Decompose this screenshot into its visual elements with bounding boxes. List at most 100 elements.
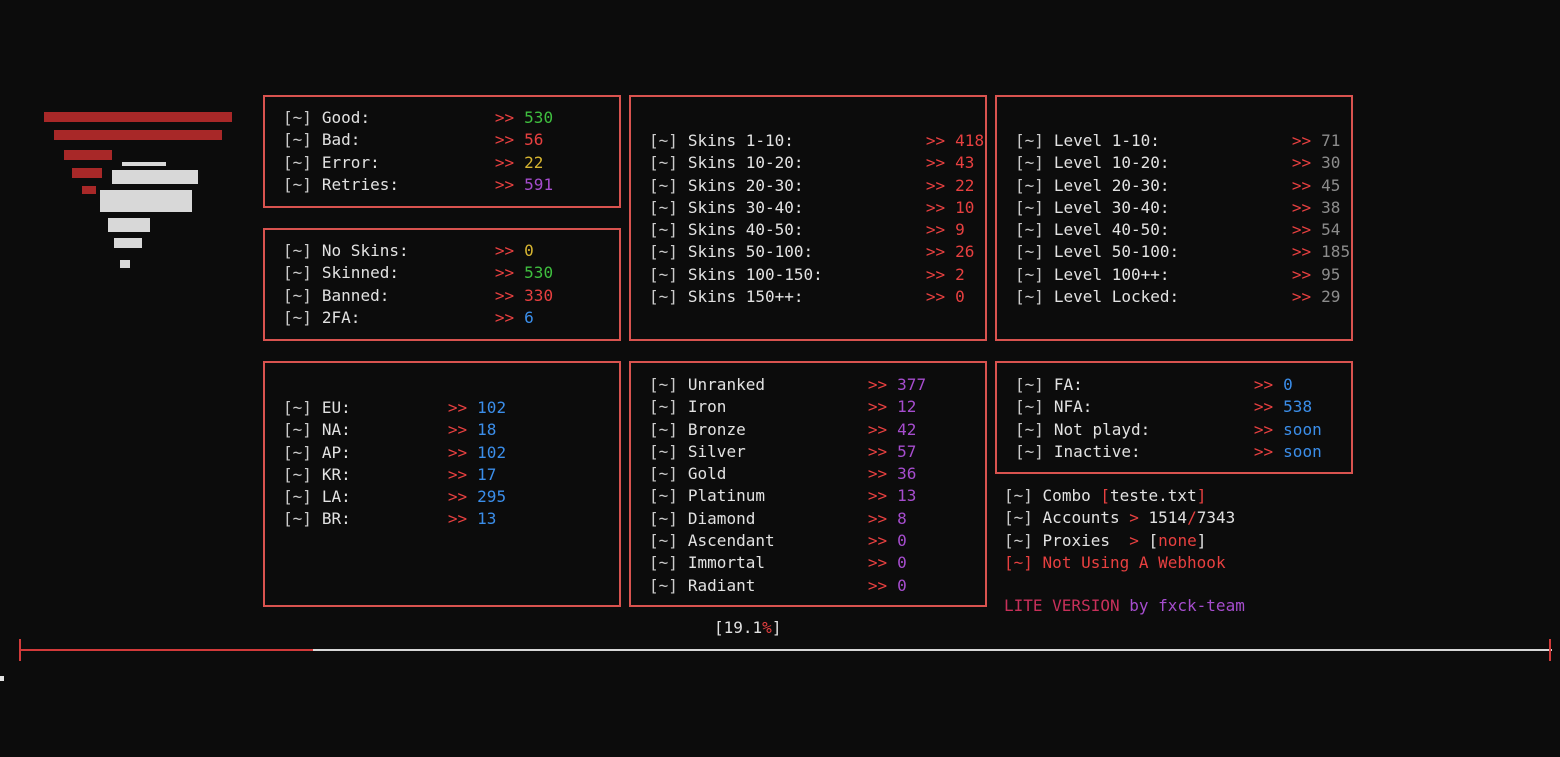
stat-arrow: >> bbox=[1291, 287, 1312, 307]
progress-bar bbox=[20, 649, 1552, 652]
stat-arrow: >> bbox=[1291, 131, 1312, 150]
stat-value: 102 bbox=[477, 398, 507, 417]
stat-value: 530 bbox=[524, 263, 554, 283]
stat-label: Skins 1-10: bbox=[687, 131, 794, 150]
stat-arrow: >> bbox=[447, 398, 468, 417]
stat-arrow: >> bbox=[494, 152, 515, 172]
stat-row: [~] 2FA: >> 6 bbox=[283, 307, 553, 329]
stat-label: Not playd: bbox=[1053, 419, 1151, 439]
stat-row: [~] Skins 100-150: >> 2 bbox=[649, 264, 984, 286]
stat-value: 13 bbox=[477, 509, 497, 529]
combo-close-bracket: ] bbox=[1196, 486, 1207, 505]
stat-arrow: >> bbox=[1253, 419, 1274, 439]
stat-value: 530 bbox=[524, 108, 554, 127]
stat-label: AP: bbox=[321, 442, 351, 462]
stat-value: 54 bbox=[1321, 220, 1341, 240]
row-prefix: [~] bbox=[283, 130, 312, 150]
stat-arrow: >> bbox=[925, 242, 946, 262]
stat-label: Skins 30-40: bbox=[687, 197, 804, 217]
stat-arrow: >> bbox=[925, 153, 946, 173]
stat-arrow: >> bbox=[447, 487, 468, 507]
stat-row: [~] KR: >> 17 bbox=[283, 464, 506, 486]
stat-label: Skins 100-150: bbox=[687, 264, 823, 284]
stat-arrow: >> bbox=[1291, 153, 1312, 173]
stat-arrow: >> bbox=[925, 131, 946, 150]
proxies-arrow: > bbox=[1129, 530, 1139, 550]
row-prefix: [~] bbox=[1015, 287, 1044, 307]
row-prefix: [~] bbox=[283, 420, 312, 440]
row-prefix: [~] bbox=[283, 307, 312, 327]
stat-value: 26 bbox=[955, 242, 975, 262]
stat-value: soon bbox=[1283, 441, 1322, 461]
stat-value: 22 bbox=[955, 175, 975, 195]
stat-label: Level Locked: bbox=[1053, 287, 1180, 307]
percent-open: [ bbox=[714, 618, 724, 637]
progress-right-cap bbox=[1549, 639, 1551, 661]
stat-label: Skins 40-50: bbox=[687, 220, 804, 240]
stat-value: 8 bbox=[897, 508, 907, 528]
stat-arrow: >> bbox=[494, 174, 515, 194]
stat-value: 12 bbox=[897, 397, 917, 417]
accounts-arrow: > bbox=[1129, 508, 1139, 528]
row-prefix: [~] bbox=[283, 108, 312, 127]
stat-row: [~] Skins 150++: >> 0 bbox=[649, 286, 984, 308]
stat-value: 43 bbox=[955, 153, 975, 173]
stat-label: Unranked bbox=[687, 375, 765, 394]
row-prefix: [~] bbox=[283, 464, 312, 484]
status-panel: [~] Good: >> 530 [~] Bad: >> 56 [~] Error: >> 22 [~]… bbox=[263, 95, 621, 208]
stat-label: Skins 150++: bbox=[687, 287, 804, 307]
stat-value: 6 bbox=[524, 307, 534, 327]
stat-value: 185 bbox=[1321, 242, 1351, 262]
stat-arrow: >> bbox=[1291, 242, 1312, 262]
combo-line: [~] Combo [teste.txt] bbox=[1004, 485, 1235, 507]
accounts-label: Accounts bbox=[1042, 508, 1120, 528]
stat-row: [~] Inactive: >> soon bbox=[1015, 441, 1322, 463]
stat-row: [~] Good: >> 530 bbox=[283, 107, 553, 129]
stat-label: Level 50-100: bbox=[1053, 242, 1180, 262]
stat-row: [~] AP: >> 102 bbox=[283, 442, 506, 464]
stat-label: Gold bbox=[687, 464, 727, 484]
proxies-value: none bbox=[1158, 530, 1197, 550]
row-prefix: [~] bbox=[649, 486, 678, 506]
accounts-line: [~] Accounts > 1514/7343 bbox=[1004, 507, 1235, 529]
combo-prefix: [~] bbox=[1004, 486, 1033, 505]
stat-row: [~] Bronze >> 42 bbox=[649, 419, 926, 441]
row-prefix: [~] bbox=[649, 553, 678, 573]
version-label: LITE VERSION bbox=[1004, 596, 1120, 615]
stat-arrow: >> bbox=[925, 175, 946, 195]
stat-row: [~] Platinum >> 13 bbox=[649, 485, 926, 507]
stat-value: 591 bbox=[524, 174, 554, 194]
stat-arrow: >> bbox=[494, 285, 515, 305]
stat-value: 330 bbox=[524, 285, 554, 305]
stat-arrow: >> bbox=[867, 486, 888, 506]
row-prefix: [~] bbox=[649, 464, 678, 484]
stat-value: 0 bbox=[897, 575, 907, 595]
stat-arrow: >> bbox=[1253, 441, 1274, 461]
progress-fill bbox=[20, 649, 313, 651]
row-prefix: [~] bbox=[649, 508, 678, 528]
percent-number: 19.1 bbox=[723, 618, 763, 637]
stat-label: Level 100++: bbox=[1053, 264, 1170, 284]
proxies-line: [~] Proxies > [none] bbox=[1004, 530, 1235, 552]
stat-value: 0 bbox=[1283, 375, 1293, 394]
stat-row: [~] Unranked >> 377 bbox=[649, 374, 926, 396]
stat-label: Skinned: bbox=[321, 263, 399, 283]
version-line: LITE VERSION by fxck-team bbox=[1004, 595, 1245, 617]
stat-arrow: >> bbox=[867, 531, 888, 551]
stat-row: [~] Silver >> 57 bbox=[649, 441, 926, 463]
stat-row: [~] Ascendant >> 0 bbox=[649, 530, 926, 552]
stat-label: Skins 10-20: bbox=[687, 153, 804, 173]
mail-panel: [~] FA: >> 0 [~] NFA: >> 538 [~] Not playd: >> soon… bbox=[995, 361, 1353, 474]
row-prefix: [~] bbox=[1015, 441, 1044, 461]
stat-label: LA: bbox=[321, 487, 351, 507]
stat-row: [~] Skins 50-100: >> 26 bbox=[649, 241, 984, 263]
row-prefix: [~] bbox=[1015, 264, 1044, 284]
stat-row: [~] Level 40-50: >> 54 bbox=[1015, 219, 1350, 241]
logo-art bbox=[44, 112, 232, 268]
row-prefix: [~] bbox=[649, 131, 678, 150]
stat-row: [~] Skins 40-50: >> 9 bbox=[649, 219, 984, 241]
stat-label: Ascendant bbox=[687, 531, 775, 551]
accounts-prefix: [~] bbox=[1004, 508, 1033, 528]
stat-label: Error: bbox=[321, 152, 380, 172]
stat-label: Skins 20-30: bbox=[687, 175, 804, 195]
